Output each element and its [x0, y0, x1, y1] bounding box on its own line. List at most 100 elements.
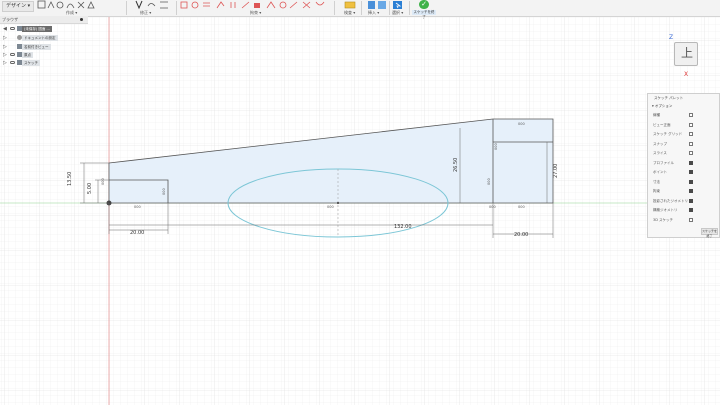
- palette-option-checkbox[interactable]: [689, 170, 693, 174]
- palette-option-label: ビュー正面: [653, 122, 671, 127]
- expand-arrow-icon[interactable]: ◀: [3, 26, 7, 32]
- viewcube-face-label: 上: [681, 46, 694, 60]
- expand-arrow-icon[interactable]: ▷: [3, 44, 7, 50]
- browser-panel: ブラウザ ◀ (未保存) 図面 ... ▷ ドキュメントの設定 ▷ 名前付きビュ…: [0, 16, 88, 71]
- inspect-group-label[interactable]: 検査 ▾: [344, 10, 355, 15]
- palette-option-checkbox[interactable]: [689, 141, 693, 146]
- palette-option-checkbox[interactable]: [689, 208, 693, 212]
- toolbar: デザイン ▾ 作成 ▾ 修正 ▾ 拘束 ▾ 検査 ▾ 挿入 ▾ 選択 ▾ ✓ ス…: [0, 0, 720, 19]
- dim-width-left[interactable]: 20.00: [130, 230, 144, 236]
- ellipse-center-point: [337, 202, 339, 204]
- palette-finish-sketch-button[interactable]: スケッチを終了: [701, 228, 718, 238]
- point-label: 000: [489, 205, 496, 209]
- palette-option-label: 寸法: [653, 179, 660, 184]
- tree-item-label: 名前付きビュー: [22, 44, 51, 50]
- toolbar-divider: [334, 1, 335, 15]
- visibility-eye-icon[interactable]: [10, 53, 15, 56]
- tree-item-document[interactable]: ◀ (未保存) 図面 ...: [0, 25, 88, 33]
- grid: [0, 17, 720, 405]
- pin-icon[interactable]: [80, 18, 83, 21]
- palette-option-row[interactable]: 寸法: [648, 178, 719, 187]
- visibility-eye-icon[interactable]: [10, 27, 15, 30]
- palette-option-checkbox[interactable]: [689, 160, 693, 165]
- palette-option-row[interactable]: スケッチ グリッド: [648, 130, 719, 139]
- palette-option-label: 拘束: [653, 189, 660, 193]
- sketch-canvas[interactable]: 13.50 5.00 26.50 27.00 20.00 132.00 20.0…: [0, 17, 720, 405]
- palette-option-row[interactable]: 投影されたジオメトリ: [648, 197, 719, 206]
- palette-option-label: 構築ジオメトリ: [653, 208, 678, 212]
- workspace-dropdown[interactable]: デザイン ▾: [2, 1, 35, 12]
- palette-option-checkbox[interactable]: [689, 113, 693, 117]
- palette-option-checkbox[interactable]: [689, 122, 693, 127]
- palette-option-row[interactable]: 線種: [648, 111, 719, 120]
- visibility-eye-icon[interactable]: [10, 61, 15, 64]
- dim-width-right[interactable]: 20.00: [514, 232, 528, 238]
- sketch-palette: スケッチ パレット ▾ オプション 線種ビュー正面スケッチ グリッドスナップスラ…: [647, 93, 720, 238]
- insert-group-label[interactable]: 挿入 ▾: [368, 10, 379, 15]
- point-label: 000: [101, 178, 105, 185]
- palette-option-row[interactable]: ビュー正面: [648, 121, 719, 130]
- inspect-icon[interactable]: [344, 0, 356, 10]
- tree-item-label: ドキュメントの設定: [22, 35, 58, 41]
- palette-option-label: スライス: [653, 151, 667, 155]
- expand-arrow-icon[interactable]: ▷: [3, 60, 7, 66]
- browser-title: ブラウザ: [2, 17, 18, 22]
- palette-option-label: 3D スケッチ: [653, 217, 674, 222]
- point-label: 000: [494, 143, 498, 150]
- toolbar-divider: [389, 1, 390, 15]
- modify-tools-icons[interactable]: [133, 0, 173, 10]
- dim-height-box[interactable]: 27.00: [553, 164, 559, 178]
- finish-sketch-label: スケッチを終了: [412, 10, 436, 19]
- palette-option-checkbox[interactable]: [689, 132, 693, 136]
- viewcube[interactable]: Z 上 X: [669, 34, 709, 78]
- expand-arrow-icon[interactable]: ▷: [3, 52, 7, 58]
- tree-item-label: 原点: [22, 52, 33, 58]
- dim-height-step[interactable]: 5.00: [87, 183, 93, 194]
- palette-section-options[interactable]: ▾ オプション: [652, 103, 672, 109]
- tree-item-sketches[interactable]: ▷ スケッチ: [0, 59, 88, 67]
- browser-header: ブラウザ: [0, 16, 88, 24]
- palette-option-checkbox[interactable]: [689, 189, 693, 193]
- palette-option-row[interactable]: 構築ジオメトリ: [648, 206, 719, 215]
- palette-option-row[interactable]: 拘束: [648, 187, 719, 196]
- palette-option-label: プロファイル: [653, 160, 674, 165]
- point-label: 000: [134, 205, 141, 209]
- modify-group-label[interactable]: 修正 ▾: [140, 10, 151, 15]
- palette-option-row[interactable]: 3D スケッチ: [648, 216, 719, 225]
- point-label: 000: [518, 122, 525, 126]
- axis-z-label: Z: [669, 34, 674, 41]
- expand-arrow-icon[interactable]: ▷: [3, 35, 7, 41]
- palette-option-checkbox[interactable]: [689, 179, 693, 184]
- tree-item-named-views[interactable]: ▷ 名前付きビュー: [0, 43, 88, 51]
- dim-width-total[interactable]: 132.00: [394, 224, 412, 230]
- finish-sketch-button[interactable]: ✓ スケッチを終了: [412, 0, 436, 19]
- create-tools-icons[interactable]: [36, 0, 96, 10]
- viewcube-top-face[interactable]: 上: [674, 42, 698, 66]
- palette-option-checkbox[interactable]: [689, 198, 693, 203]
- point-label: 000: [162, 188, 166, 195]
- toolbar-divider: [176, 1, 177, 15]
- dim-height-right[interactable]: 26.50: [453, 158, 459, 172]
- palette-option-checkbox[interactable]: [689, 151, 693, 155]
- palette-option-row[interactable]: ポイント: [648, 168, 719, 177]
- select-cursor-icon[interactable]: [392, 0, 404, 10]
- palette-option-checkbox[interactable]: [689, 217, 693, 222]
- palette-option-label: 投影されたジオメトリ: [653, 198, 688, 203]
- toolbar-divider: [361, 1, 362, 15]
- constraint-tools-icons[interactable]: [179, 0, 325, 10]
- tree-item-origin[interactable]: ▷ 原点: [0, 51, 88, 59]
- dim-height-total[interactable]: 13.50: [67, 172, 73, 186]
- palette-title: スケッチ パレット: [654, 96, 684, 100]
- palette-option-row[interactable]: スライス: [648, 149, 719, 158]
- insert-image-icon[interactable]: [366, 0, 388, 10]
- toolbar-divider: [126, 1, 127, 15]
- constraint-group-label[interactable]: 拘束 ▾: [250, 10, 261, 15]
- tree-item-doc-settings[interactable]: ▷ ドキュメントの設定: [0, 34, 88, 42]
- create-group-label[interactable]: 作成 ▾: [66, 10, 77, 15]
- palette-option-row[interactable]: スナップ: [648, 140, 719, 149]
- palette-option-row[interactable]: プロファイル: [648, 159, 719, 168]
- point-label: 000: [518, 205, 525, 209]
- select-group-label[interactable]: 選択 ▾: [392, 10, 403, 15]
- point-label: 000: [487, 178, 491, 185]
- palette-option-label: スケッチ グリッド: [653, 132, 683, 136]
